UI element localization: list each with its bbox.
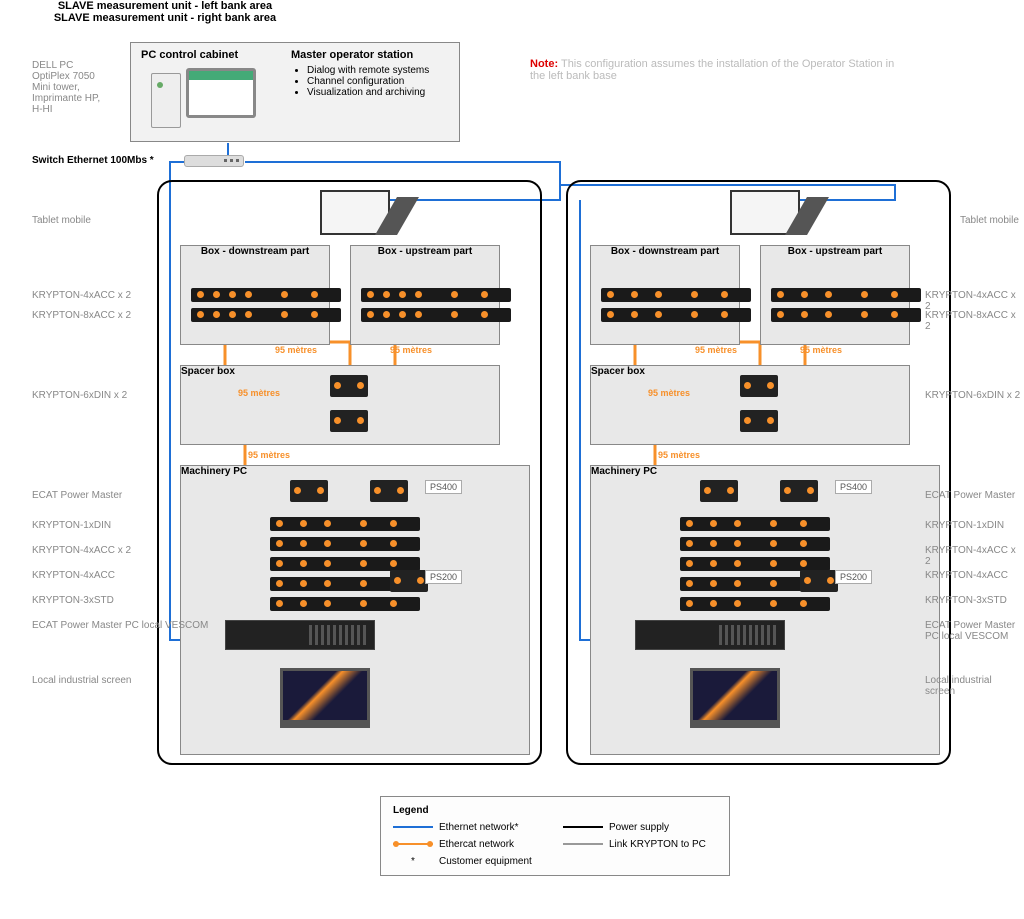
pc-spec-label: DELL PC OptiPlex 7050 Mini tower, Imprim… — [32, 60, 112, 115]
krypton-label: KRYPTON-8xACC x 2 — [32, 310, 131, 321]
krypton-module — [771, 288, 921, 302]
pc-monitor-icon — [186, 68, 256, 118]
ecat-junction — [330, 375, 368, 397]
krypton-label: KRYPTON-3xSTD — [32, 595, 114, 606]
ecat-junction — [370, 480, 408, 502]
krypton-label: KRYPTON-4xACC x 2 — [32, 290, 131, 301]
ecat-junction — [330, 410, 368, 432]
distance-label: 95 mètres — [800, 345, 842, 355]
distance-label: 95 mètres — [695, 345, 737, 355]
krypton-label: KRYPTON-3xSTD — [925, 595, 1007, 606]
distance-label: 95 mètres — [390, 345, 432, 355]
krypton-module — [270, 557, 420, 571]
krypton-module — [601, 288, 751, 302]
industrial-monitor-icon — [280, 668, 370, 728]
ecat-junction — [740, 375, 778, 397]
krypton-module — [680, 517, 830, 531]
distance-label: 95 mètres — [248, 450, 290, 460]
krypton-label: KRYPTON-4xACC — [925, 570, 1008, 581]
krypton-module — [680, 597, 830, 611]
left-box-upstream: Box - upstream part — [350, 245, 500, 345]
industrial-pc-icon — [635, 620, 785, 650]
krypton-label: KRYPTON-1xDIN — [925, 520, 1004, 531]
left-unit-title: SLAVE measurement unit - left bank area — [0, 0, 330, 12]
ecat-pc-label: ECAT Power Master PC local VESCOM — [32, 620, 208, 631]
ecat-label: ECAT Power Master — [32, 490, 122, 501]
ps200-label: PS200 — [425, 570, 462, 584]
ps400-label: PS400 — [425, 480, 462, 494]
ps200-label: PS200 — [835, 570, 872, 584]
krypton-module — [361, 308, 511, 322]
ecat-junction — [290, 480, 328, 502]
pc-control-cabinet: PC control cabinet Master operator stati… — [130, 42, 460, 142]
panel-label: Local industrial screen — [32, 675, 132, 686]
tablet-icon — [730, 190, 800, 235]
krypton-label: KRYPTON-4xACC x 2 — [925, 290, 1024, 312]
pc-cabinet-title: PC control cabinet — [141, 49, 238, 61]
ecat-junction — [780, 480, 818, 502]
right-box-upstream: Box - upstream part — [760, 245, 910, 345]
krypton-label: KRYPTON-4xACC x 2 — [925, 545, 1024, 567]
panel-label: Local industrial screen — [925, 675, 1024, 697]
ps400-label: PS400 — [835, 480, 872, 494]
ecat-label: ECAT Power Master — [925, 490, 1015, 501]
ecat-junction — [740, 410, 778, 432]
krypton-label: KRYPTON-1xDIN — [32, 520, 111, 531]
distance-label: 95 mètres — [238, 388, 280, 398]
krypton-label: KRYPTON-4xACC — [32, 570, 115, 581]
krypton-label: KRYPTON-6xDIN x 2 — [925, 390, 1020, 401]
ecat-junction — [800, 570, 838, 592]
krypton-module — [270, 537, 420, 551]
ecat-junction — [390, 570, 428, 592]
industrial-monitor-icon — [690, 668, 780, 728]
krypton-label: KRYPTON-6xDIN x 2 — [32, 390, 127, 401]
krypton-label: KRYPTON-8xACC x 2 — [925, 310, 1024, 332]
krypton-module — [771, 308, 921, 322]
krypton-label: KRYPTON-4xACC x 2 — [32, 545, 131, 556]
master-station-title: Master operator station — [291, 49, 456, 61]
tablet-icon — [320, 190, 390, 235]
krypton-module — [191, 288, 341, 302]
right-unit-title: SLAVE measurement unit - right bank area — [0, 12, 330, 24]
tablet-label: Tablet mobile — [960, 215, 1019, 226]
industrial-pc-icon — [225, 620, 375, 650]
right-box-downstream: Box - downstream part — [590, 245, 740, 345]
krypton-module — [270, 597, 420, 611]
distance-label: 95 mètres — [658, 450, 700, 460]
legend-box: Legend Ethernet network* Power supply Et… — [380, 796, 730, 876]
pc-tower-icon — [151, 73, 181, 128]
krypton-module — [680, 537, 830, 551]
distance-label: 95 mètres — [648, 388, 690, 398]
left-box-downstream: Box - downstream part — [180, 245, 330, 345]
ethernet-switch-icon — [184, 155, 244, 167]
krypton-module — [270, 517, 420, 531]
ecat-junction — [700, 480, 738, 502]
tablet-label: Tablet mobile — [32, 215, 91, 226]
legend-title: Legend — [393, 805, 717, 816]
note-text: Note: This configuration assumes the ins… — [530, 58, 900, 82]
distance-label: 95 mètres — [275, 345, 317, 355]
krypton-module — [601, 308, 751, 322]
ecat-pc-label: ECAT Power Master PC local VESCOM — [925, 620, 1024, 642]
krypton-module — [361, 288, 511, 302]
krypton-module — [680, 557, 830, 571]
switch-label: Switch Ethernet 100Mbs * — [32, 155, 154, 166]
krypton-module — [191, 308, 341, 322]
master-bullets: Dialog with remote systems Channel confi… — [307, 65, 456, 98]
